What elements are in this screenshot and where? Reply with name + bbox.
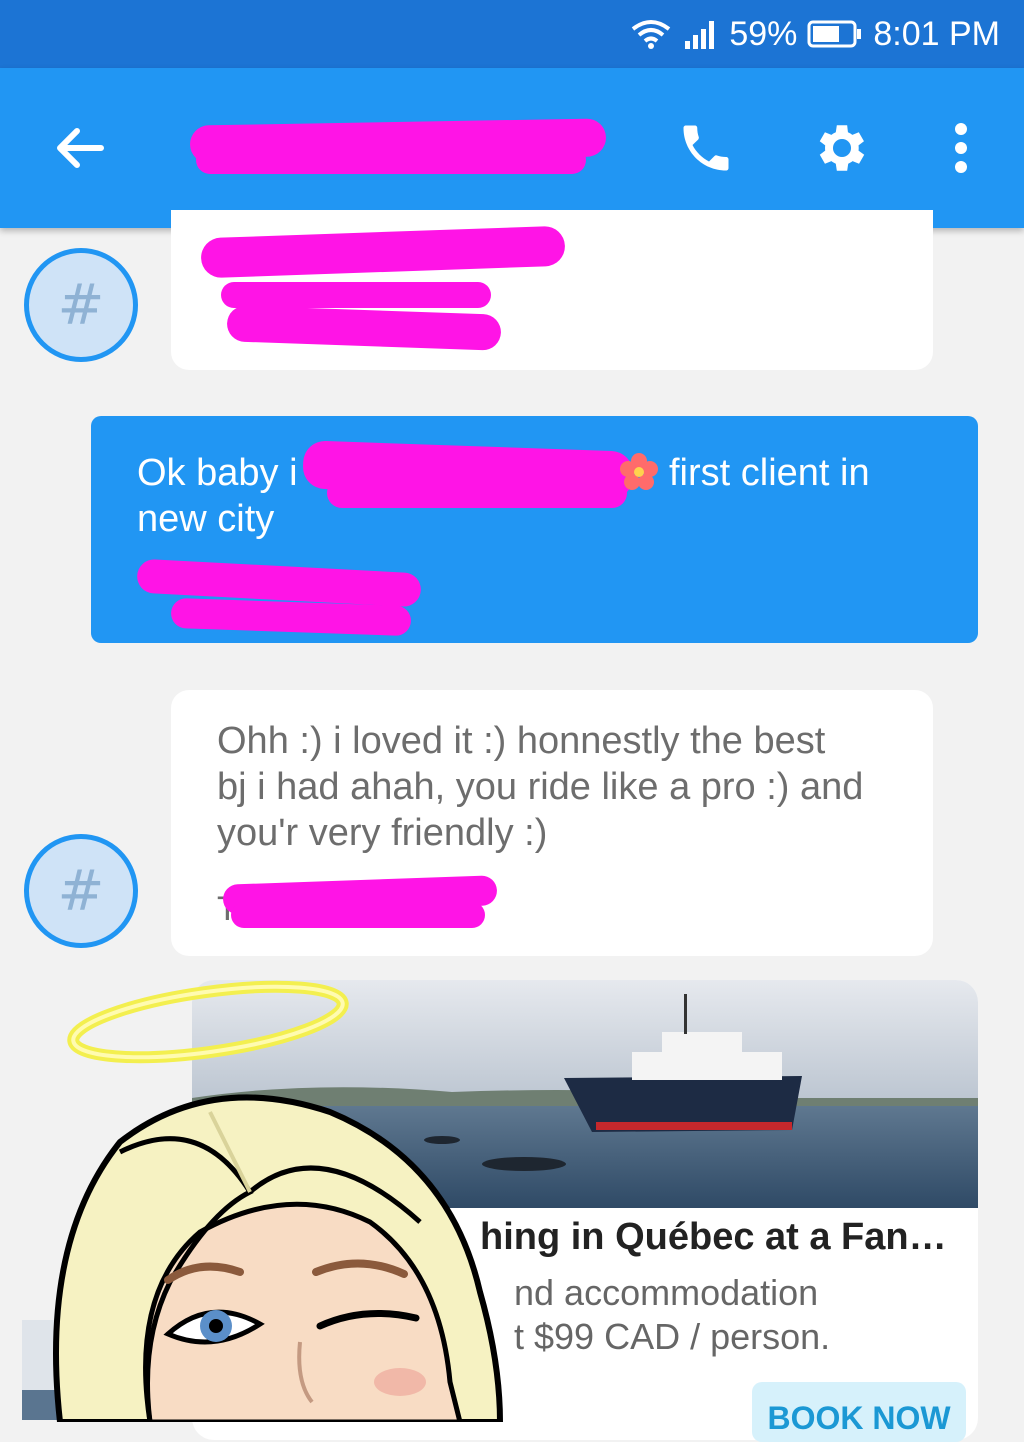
bitmoji-sticker: [53, 980, 504, 1422]
message-text-line2: new city: [137, 498, 275, 540]
message-text-end: first client in: [669, 452, 870, 494]
redaction-mark: [231, 902, 485, 928]
book-now-button[interactable]: BOOK NOW: [752, 1382, 966, 1442]
redaction-mark: [200, 225, 566, 279]
message-line: you'r very friendly :): [217, 812, 548, 854]
clock: 8:01 PM: [873, 14, 1000, 53]
avatar-glyph: #: [57, 272, 105, 338]
status-bar: 59% 8:01 PM: [0, 0, 1024, 68]
contact-avatar[interactable]: #: [24, 248, 138, 362]
message-line: bj i had ahah, you ride like a pro :) an…: [217, 766, 864, 808]
redaction-mark: [221, 282, 491, 308]
back-arrow-icon[interactable]: [50, 118, 110, 178]
message-line: Ohh :) i loved it :) honnestly the best: [217, 720, 826, 762]
phone-icon[interactable]: [674, 116, 738, 180]
battery-percent: 59%: [729, 14, 798, 53]
contact-avatar[interactable]: #: [24, 834, 138, 948]
app-bar: [0, 68, 1024, 228]
redaction-mark: [196, 146, 586, 174]
message-bubble-outgoing[interactable]: Ok baby i first client in new city: [91, 416, 978, 643]
avatar-glyph: #: [57, 858, 105, 924]
battery-icon: [807, 19, 863, 49]
more-vert-icon[interactable]: [940, 118, 982, 178]
contact-name[interactable]: [186, 116, 607, 186]
signal-icon: [683, 17, 719, 51]
flower-emoji-icon: [619, 452, 659, 497]
redaction-mark: [327, 478, 627, 508]
message-bubble-incoming[interactable]: [171, 210, 933, 370]
gear-icon[interactable]: [808, 114, 876, 182]
redaction-mark: [226, 305, 502, 351]
wifi-icon: [629, 17, 673, 51]
message-bubble-incoming[interactable]: Ohh :) i loved it :) honnestly the best …: [171, 690, 933, 956]
